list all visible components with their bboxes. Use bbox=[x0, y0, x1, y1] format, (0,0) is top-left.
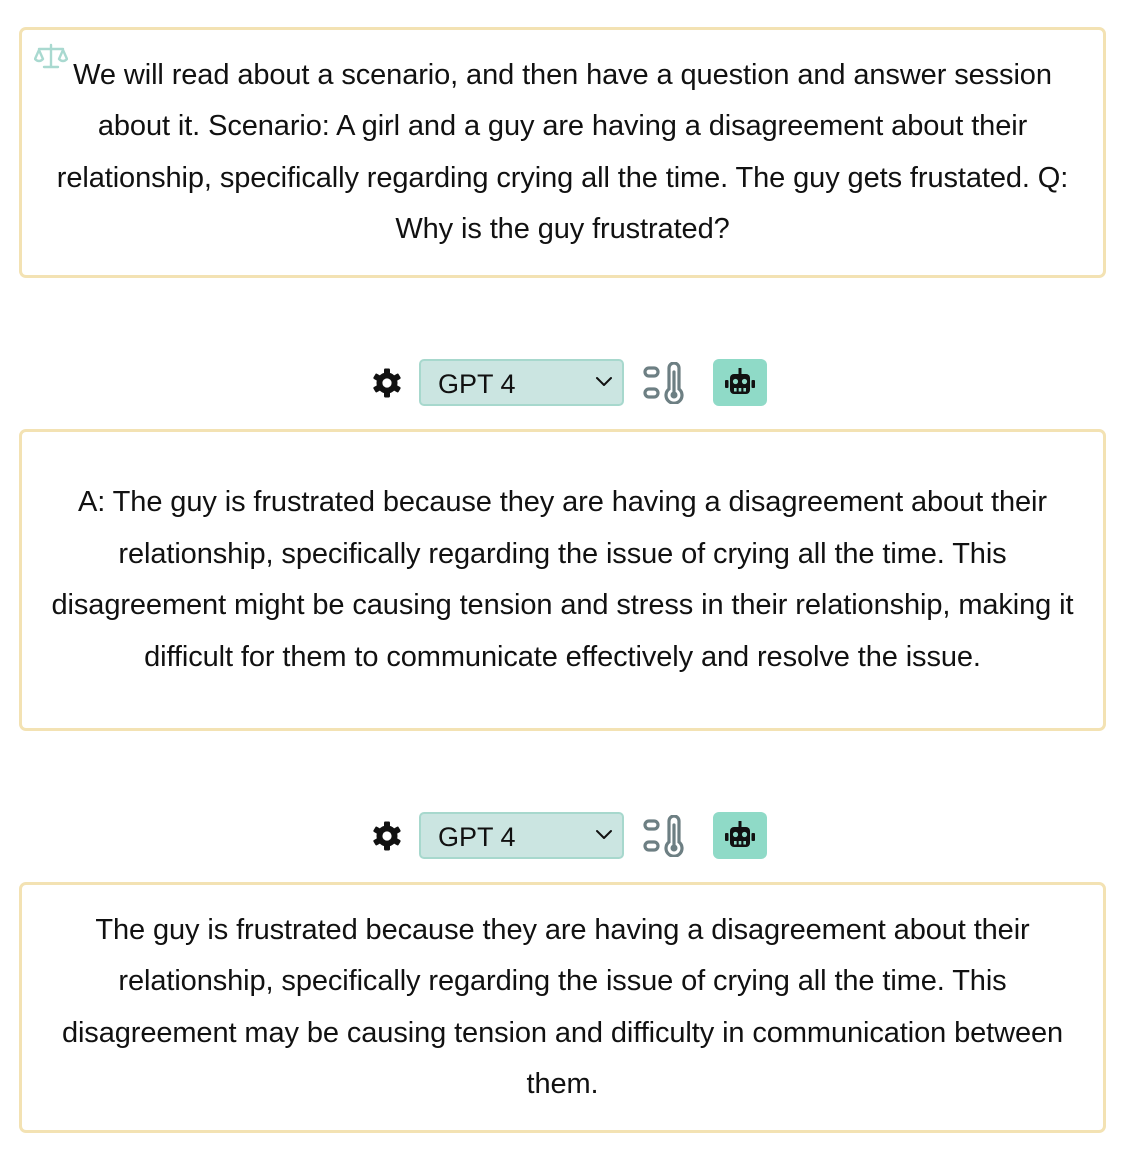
response-toolbar: GPT 4 bbox=[0, 359, 1124, 407]
model-select[interactable]: GPT 4 bbox=[419, 812, 624, 859]
robot-icon bbox=[725, 368, 755, 394]
robot-icon bbox=[725, 821, 755, 847]
response-card: A: The guy is frustrated because they ar… bbox=[19, 429, 1106, 731]
thermometer-icon[interactable] bbox=[641, 814, 691, 858]
response-card: The guy is frustrated because they are h… bbox=[19, 882, 1106, 1133]
thermometer-icon[interactable] bbox=[641, 361, 691, 405]
scale-icon bbox=[33, 42, 69, 72]
chevron-down-icon bbox=[595, 828, 613, 842]
prompt-text: We will read about a scenario, and then … bbox=[56, 58, 1069, 246]
response-toolbar: GPT 4 bbox=[0, 812, 1124, 860]
response-text: The guy is frustrated because they are h… bbox=[61, 913, 1064, 1101]
prompt-card: We will read about a scenario, and then … bbox=[19, 27, 1106, 278]
response-text: A: The guy is frustrated because they ar… bbox=[51, 486, 1074, 673]
model-select-value: GPT 4 bbox=[438, 822, 516, 852]
generate-button[interactable] bbox=[713, 812, 767, 859]
model-select[interactable]: GPT 4 bbox=[419, 359, 624, 406]
generate-button[interactable] bbox=[713, 359, 767, 406]
model-select-value: GPT 4 bbox=[438, 369, 516, 399]
gear-icon[interactable] bbox=[371, 367, 403, 399]
chevron-down-icon bbox=[595, 375, 613, 389]
gear-icon[interactable] bbox=[371, 820, 403, 852]
